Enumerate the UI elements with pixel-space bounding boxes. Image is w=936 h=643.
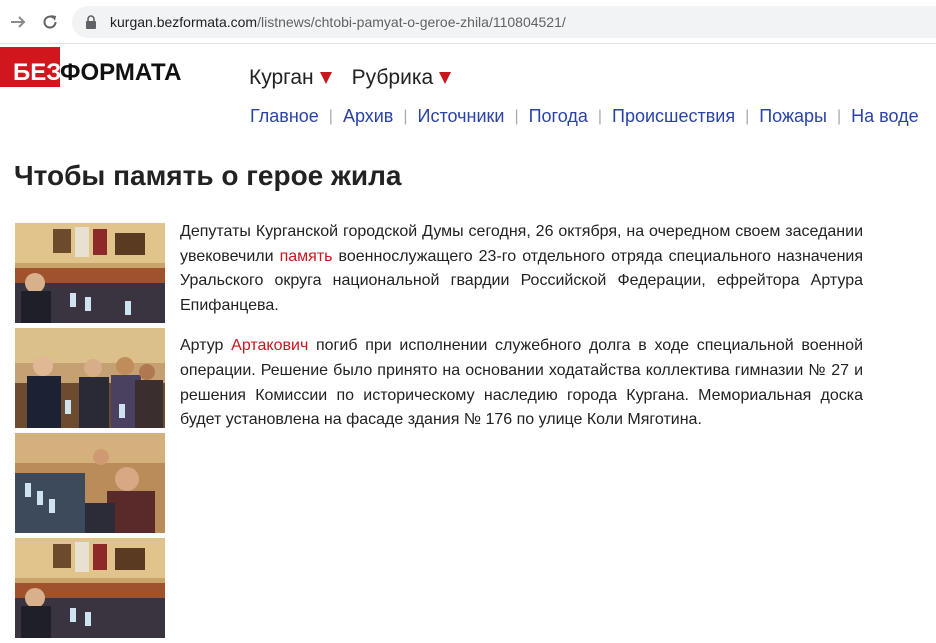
article-paragraph: Депутаты Курганской городской Думы сегод… xyxy=(180,220,863,318)
nav-link-sources[interactable]: Источники xyxy=(418,106,505,127)
site-logo[interactable]: БЕЗ ФОРМАТА xyxy=(0,47,181,87)
rubric-label: Рубрика xyxy=(351,66,434,89)
nav-separator: | xyxy=(597,107,602,125)
nav-separator: | xyxy=(514,107,519,125)
logo-red-block: БЕЗ xyxy=(0,47,62,87)
city-selector[interactable]: Курган xyxy=(249,66,332,90)
highlighted-link[interactable]: Артакович xyxy=(231,337,308,354)
nav-separator: | xyxy=(836,107,842,125)
article-paragraph: Артур Артакович погиб при исполнении слу… xyxy=(180,334,863,432)
dropdown-triangle-icon xyxy=(439,72,452,84)
highlighted-link[interactable]: память xyxy=(280,248,333,265)
photo-thumbnail[interactable] xyxy=(15,538,165,638)
nav-separator: | xyxy=(745,107,750,125)
forward-arrow-icon[interactable] xyxy=(6,10,30,34)
photo-thumbnail[interactable] xyxy=(15,328,165,428)
nav-separator: | xyxy=(403,107,408,125)
nav-link-main[interactable]: Главное xyxy=(250,106,319,127)
url-host: kurgan.bezformata.com xyxy=(110,14,258,30)
lock-icon[interactable] xyxy=(84,14,98,30)
photo-gallery xyxy=(15,223,165,643)
nav-link-on-water[interactable]: На воде xyxy=(851,106,919,127)
paragraph-text: Артур xyxy=(180,337,232,355)
url-path: /listnews/chtobi-pamyat-o-geroe-zhila/11… xyxy=(257,14,566,30)
nav-link-fires[interactable]: Пожары xyxy=(759,106,827,127)
nav-link-archive[interactable]: Архив xyxy=(343,106,393,127)
address-bar[interactable]: kurgan.bezformata.com/listnews/chtobi-pa… xyxy=(72,6,936,38)
main-nav: Главное | Архив | Источники | Погода | П… xyxy=(250,106,919,127)
nav-link-weather[interactable]: Погода xyxy=(529,106,588,127)
browser-toolbar: kurgan.bezformata.com/listnews/chtobi-pa… xyxy=(0,0,936,44)
city-label: Курган xyxy=(249,66,314,89)
article-body: Депутаты Курганской городской Думы сегод… xyxy=(180,220,863,449)
photo-thumbnail[interactable] xyxy=(15,433,165,533)
logo-part1: БЕЗ xyxy=(13,59,62,86)
url-text[interactable]: kurgan.bezformata.com/listnews/chtobi-pa… xyxy=(110,14,566,30)
reload-icon[interactable] xyxy=(38,10,62,34)
top-menu: Курган Рубрика xyxy=(249,66,452,90)
page-title: Чтобы память о герое жила xyxy=(14,160,402,191)
nav-separator: | xyxy=(328,107,333,125)
dropdown-triangle-icon xyxy=(319,72,332,84)
nav-link-incidents[interactable]: Происшествия xyxy=(612,106,735,127)
logo-part2: ФОРМАТА xyxy=(60,59,182,86)
rubric-selector[interactable]: Рубрика xyxy=(352,66,452,90)
photo-thumbnail[interactable] xyxy=(15,223,165,323)
